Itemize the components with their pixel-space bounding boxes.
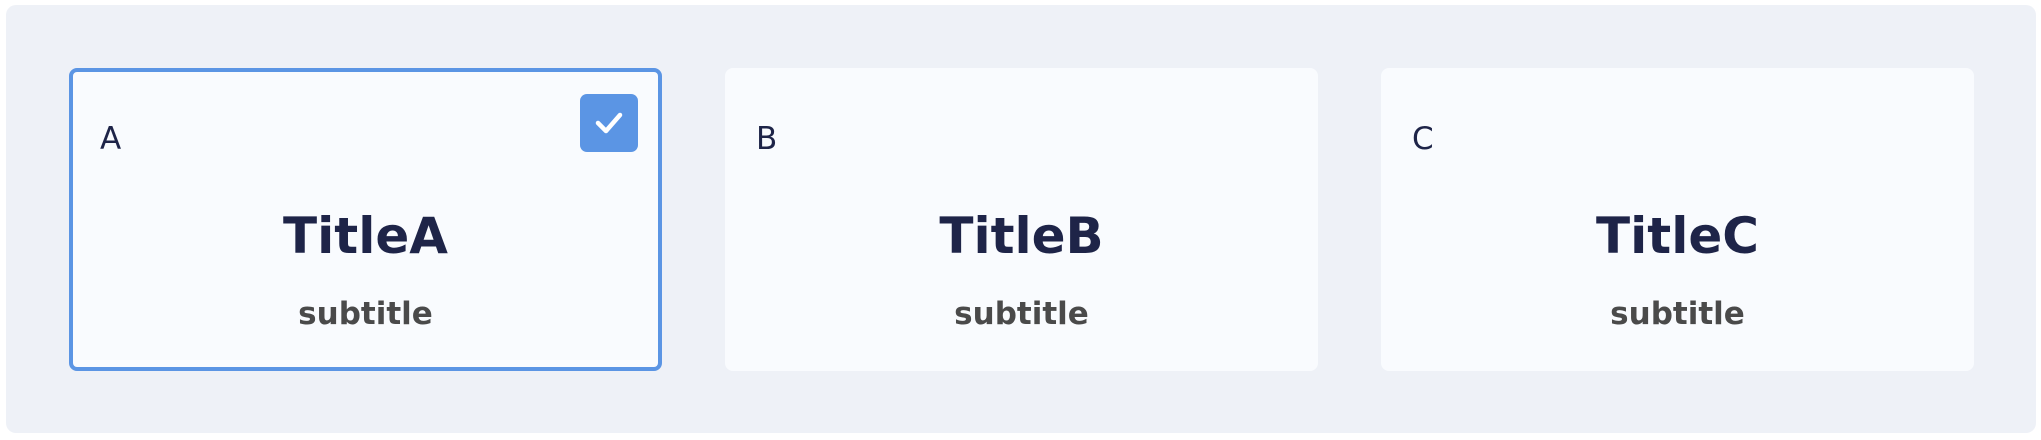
option-card-c[interactable]: C TitleC subtitle <box>1381 68 1974 371</box>
card-title: TitleC <box>1596 207 1759 265</box>
card-subtitle: subtitle <box>298 296 433 332</box>
card-letter: C <box>1412 121 1434 157</box>
card-subtitle: subtitle <box>1610 296 1745 332</box>
option-card-b[interactable]: B TitleB subtitle <box>725 68 1318 371</box>
checkmark-icon <box>595 112 623 134</box>
card-letter: A <box>100 121 122 157</box>
option-card-group: A TitleA subtitle B TitleB subtitle C Ti… <box>6 5 2036 433</box>
selected-checkbox[interactable] <box>580 94 638 152</box>
option-card-a[interactable]: A TitleA subtitle <box>69 68 662 371</box>
card-subtitle: subtitle <box>954 296 1089 332</box>
card-title: TitleB <box>939 207 1104 265</box>
card-title: TitleA <box>283 207 448 265</box>
card-letter: B <box>756 121 778 157</box>
